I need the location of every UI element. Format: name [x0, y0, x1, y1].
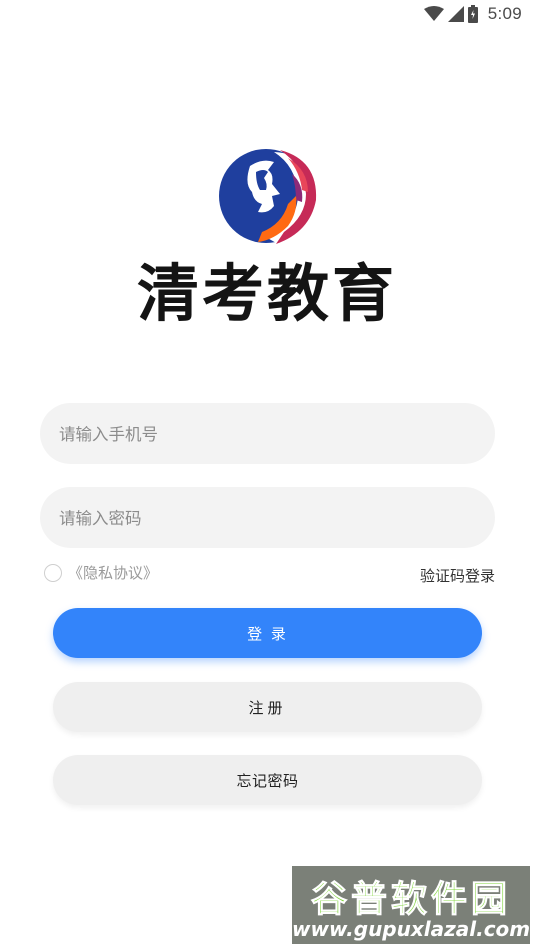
privacy-link[interactable]: 《隐私协议》 — [68, 562, 158, 583]
privacy-agreement: 《隐私协议》 — [44, 562, 158, 583]
watermark-title: 谷普软件园 — [310, 879, 511, 921]
watermark-url: www.gupuxlazal.com — [292, 917, 530, 941]
forgot-password-button[interactable]: 忘记密码 — [53, 755, 482, 805]
sms-login-link[interactable]: 验证码登录 — [420, 565, 495, 586]
watermark: 谷普软件园 www.gupuxlazal.com — [292, 866, 530, 944]
signal-icon — [447, 6, 464, 22]
wifi-icon — [423, 6, 444, 21]
battery-icon — [467, 5, 478, 23]
password-field[interactable] — [40, 487, 499, 550]
phone-field[interactable] — [40, 403, 499, 466]
app-title: 清考教育 — [136, 257, 397, 330]
login-button[interactable]: 登 录 — [53, 608, 482, 658]
status-time: 5:09 — [487, 4, 522, 23]
privacy-checkbox[interactable] — [44, 563, 62, 582]
lion-logo — [219, 149, 318, 244]
register-button[interactable]: 注册 — [53, 682, 482, 732]
status-bar: 5:09 — [0, 0, 534, 28]
phone-input[interactable] — [57, 403, 499, 466]
login-screen: 5:09 清考教育 《隐私协议》 验证码登录 登 录 注册 忘记密码 谷普软件园… — [0, 0, 534, 950]
status-icons: 5:09 — [423, 4, 522, 24]
password-input[interactable] — [57, 487, 499, 550]
